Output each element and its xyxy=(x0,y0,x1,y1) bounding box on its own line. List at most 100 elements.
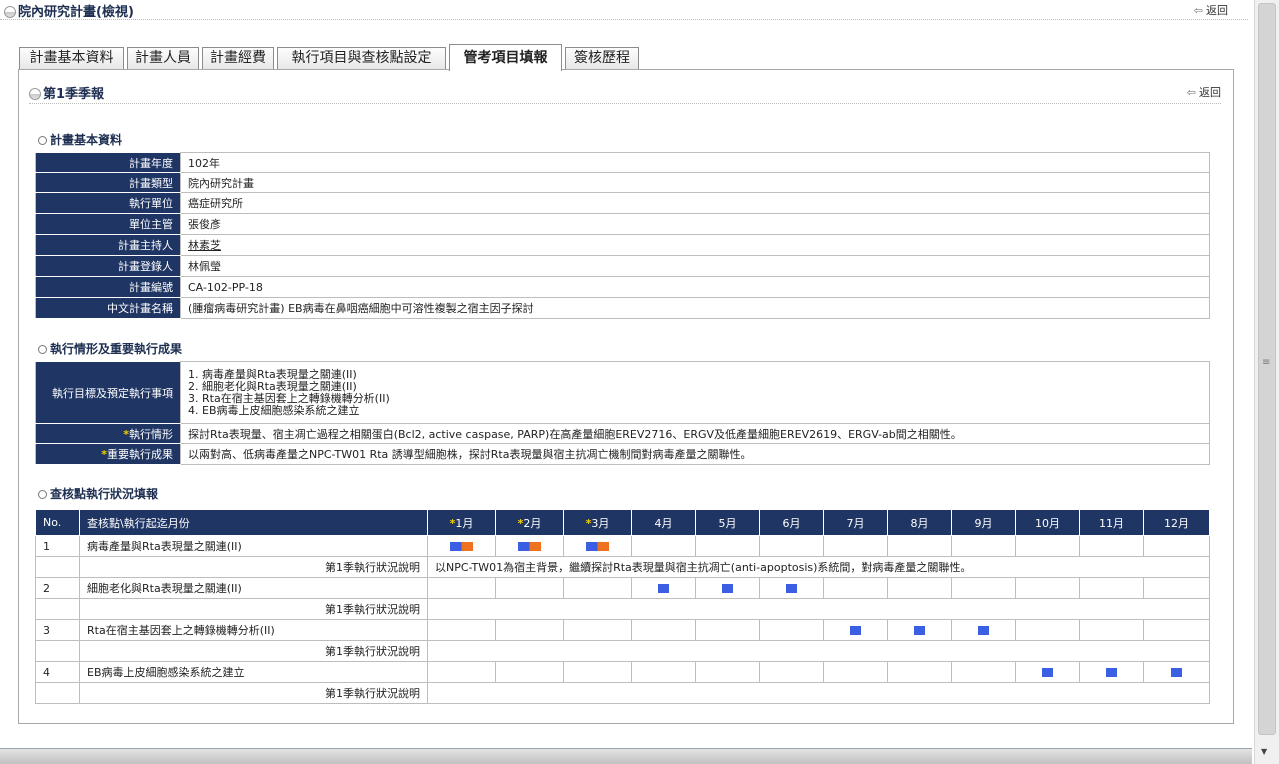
month-cell xyxy=(563,577,632,599)
month-cell xyxy=(1015,661,1080,683)
bullet-circle-icon xyxy=(38,345,47,354)
scroll-down-arrow-icon[interactable]: ▼ xyxy=(1261,747,1267,756)
goal-item: 4. EB病毒上皮細胞感染系統之建立 xyxy=(188,403,360,417)
report-panel: 第1季季報 ⇦ 返回 計畫基本資料 計畫年度 102年 計畫類型 院內研究計畫 執行單… xyxy=(18,69,1234,724)
desc-value xyxy=(427,598,1210,620)
report-title: 第1季季報 xyxy=(29,83,104,102)
month-cell xyxy=(1079,577,1144,599)
checkpoint-name: 細胞老化與Rta表現量之關連(II) xyxy=(79,577,428,599)
checkpoint-header-row: No. 查核點\執行起迄月份 *1月 *2月 *3月 4月 5月 6月 7月 8月 9月 10月 11月… xyxy=(35,509,1210,536)
report-back-link[interactable]: ⇦ 返回 xyxy=(1187,84,1221,100)
field-label: *執行情形 xyxy=(35,423,181,444)
planned-and-reported-marker xyxy=(518,542,541,551)
month-cell xyxy=(695,661,760,683)
month-cell xyxy=(1079,661,1144,683)
checkpoint-name: Rta在宿主基因套上之轉錄機轉分析(II) xyxy=(79,619,428,641)
pi-name-link[interactable]: 林素芝 xyxy=(188,239,221,252)
month-cell xyxy=(1079,619,1144,641)
month-label: 11月 xyxy=(1099,516,1124,530)
back-link[interactable]: ⇦ 返回 xyxy=(1194,2,1228,18)
info-row: 計畫類型 院內研究計畫 xyxy=(35,172,1210,193)
month-cell xyxy=(759,577,824,599)
desc-label: 第1季執行狀況說明 xyxy=(79,682,428,704)
planned-marker xyxy=(914,626,925,635)
month-label: 2月 xyxy=(523,516,542,530)
field-value: (腫瘤病毒研究計畫) EB病毒在鼻咽癌細胞中可溶性複製之宿主因子探討 xyxy=(180,297,1210,319)
checkpoint-row: 1 病毒產量與Rta表現量之關連(II) xyxy=(35,535,1210,557)
month-cell xyxy=(1143,619,1210,641)
field-label: 單位主管 xyxy=(35,213,181,235)
planned-and-reported-marker xyxy=(450,542,473,551)
month-cell xyxy=(1015,619,1080,641)
bullet-circle-icon xyxy=(38,136,47,145)
month-cell xyxy=(495,661,564,683)
scrollbar-thumb[interactable] xyxy=(1258,3,1276,735)
checkpoint-no: 2 xyxy=(35,577,80,599)
column-header-month: *1月 xyxy=(427,509,496,536)
month-cell xyxy=(427,619,496,641)
section-title-basic: 計畫基本資料 xyxy=(38,131,122,148)
goal-item: 1. 病毒產量與Rta表現量之關連(II) xyxy=(188,367,357,381)
column-header-month: 12月 xyxy=(1143,509,1210,536)
month-cell xyxy=(951,535,1016,557)
tab-checkpoint-settings[interactable]: 執行項目與查核點設定 xyxy=(277,47,446,70)
checkpoint-desc-row: 第1季執行狀況說明 xyxy=(35,640,1210,662)
column-header-item: 查核點\執行起迄月份 xyxy=(79,509,428,536)
month-cell xyxy=(1143,577,1210,599)
month-cell xyxy=(1143,535,1210,557)
info-row: 中文計畫名稱 (腫瘤病毒研究計畫) EB病毒在鼻咽癌細胞中可溶性複製之宿主因子探討 xyxy=(35,297,1210,319)
empty-cell xyxy=(35,556,80,578)
planned-marker xyxy=(850,626,861,635)
month-label: 3月 xyxy=(591,516,610,530)
column-header-month: 9月 xyxy=(951,509,1016,536)
month-label: 1月 xyxy=(455,516,474,530)
month-cell xyxy=(563,661,632,683)
exec-table: 執行目標及預定執行事項 1. 病毒產量與Rta表現量之關連(II) 2. 細胞老… xyxy=(35,361,1210,465)
info-row: 單位主管 張俊彥 xyxy=(35,213,1210,235)
goal-item: 3. Rta在宿主基因套上之轉錄機轉分析(II) xyxy=(188,391,390,405)
field-value: CA-102-PP-18 xyxy=(180,276,1210,298)
desc-value xyxy=(427,640,1210,662)
month-cell xyxy=(887,535,952,557)
section-bullet-icon xyxy=(4,6,16,18)
column-header-month: *3月 xyxy=(563,509,632,536)
planned-marker xyxy=(978,626,989,635)
month-cell xyxy=(887,577,952,599)
field-label: 執行目標及預定執行事項 xyxy=(35,361,181,424)
checkpoint-desc-row: 第1季執行狀況說明 以NPC-TW01為宿主背景，繼續探討Rta表現量與宿主抗凋亡… xyxy=(35,556,1210,578)
month-cell xyxy=(495,535,564,557)
basic-info-table: 計畫年度 102年 計畫類型 院內研究計畫 執行單位 癌症研究所 單位主管 張俊彥 計畫… xyxy=(35,152,1210,319)
back-arrow-icon: ⇦ xyxy=(1193,4,1203,17)
month-cell xyxy=(563,535,632,557)
tab-basic-info[interactable]: 計畫基本資料 xyxy=(19,47,124,70)
tab-progress-report[interactable]: 管考項目填報 xyxy=(449,44,562,71)
month-cell xyxy=(495,619,564,641)
field-label: 計畫年度 xyxy=(35,152,181,173)
month-cell xyxy=(495,577,564,599)
goal-item: 2. 細胞老化與Rta表現量之關連(II) xyxy=(188,379,357,393)
vertical-scrollbar[interactable]: ≡ ▼ xyxy=(1254,0,1279,764)
month-cell xyxy=(759,619,824,641)
tab-budget[interactable]: 計畫經費 xyxy=(202,47,274,70)
field-label: 計畫類型 xyxy=(35,172,181,193)
empty-cell xyxy=(35,640,80,662)
month-cell xyxy=(951,577,1016,599)
field-label: 計畫主持人 xyxy=(35,234,181,256)
empty-cell xyxy=(35,598,80,620)
planned-marker xyxy=(786,584,797,593)
month-cell xyxy=(823,619,888,641)
column-header-month: 4月 xyxy=(631,509,696,536)
field-value: 林素芝 xyxy=(180,234,1210,256)
month-cell xyxy=(1143,661,1210,683)
tab-personnel[interactable]: 計畫人員 xyxy=(127,47,199,70)
month-label: 7月 xyxy=(846,516,865,530)
month-label: 5月 xyxy=(718,516,737,530)
checkpoint-row: 3 Rta在宿主基因套上之轉錄機轉分析(II) xyxy=(35,619,1210,641)
checkpoint-name: EB病毒上皮細胞感染系統之建立 xyxy=(79,661,428,683)
month-label: 4月 xyxy=(654,516,673,530)
month-cell xyxy=(1015,577,1080,599)
column-header-month: 6月 xyxy=(759,509,824,536)
checkpoint-row: 4 EB病毒上皮細胞感染系統之建立 xyxy=(35,661,1210,683)
column-header-month: *2月 xyxy=(495,509,564,536)
tab-approval-history[interactable]: 簽核歷程 xyxy=(565,47,639,70)
